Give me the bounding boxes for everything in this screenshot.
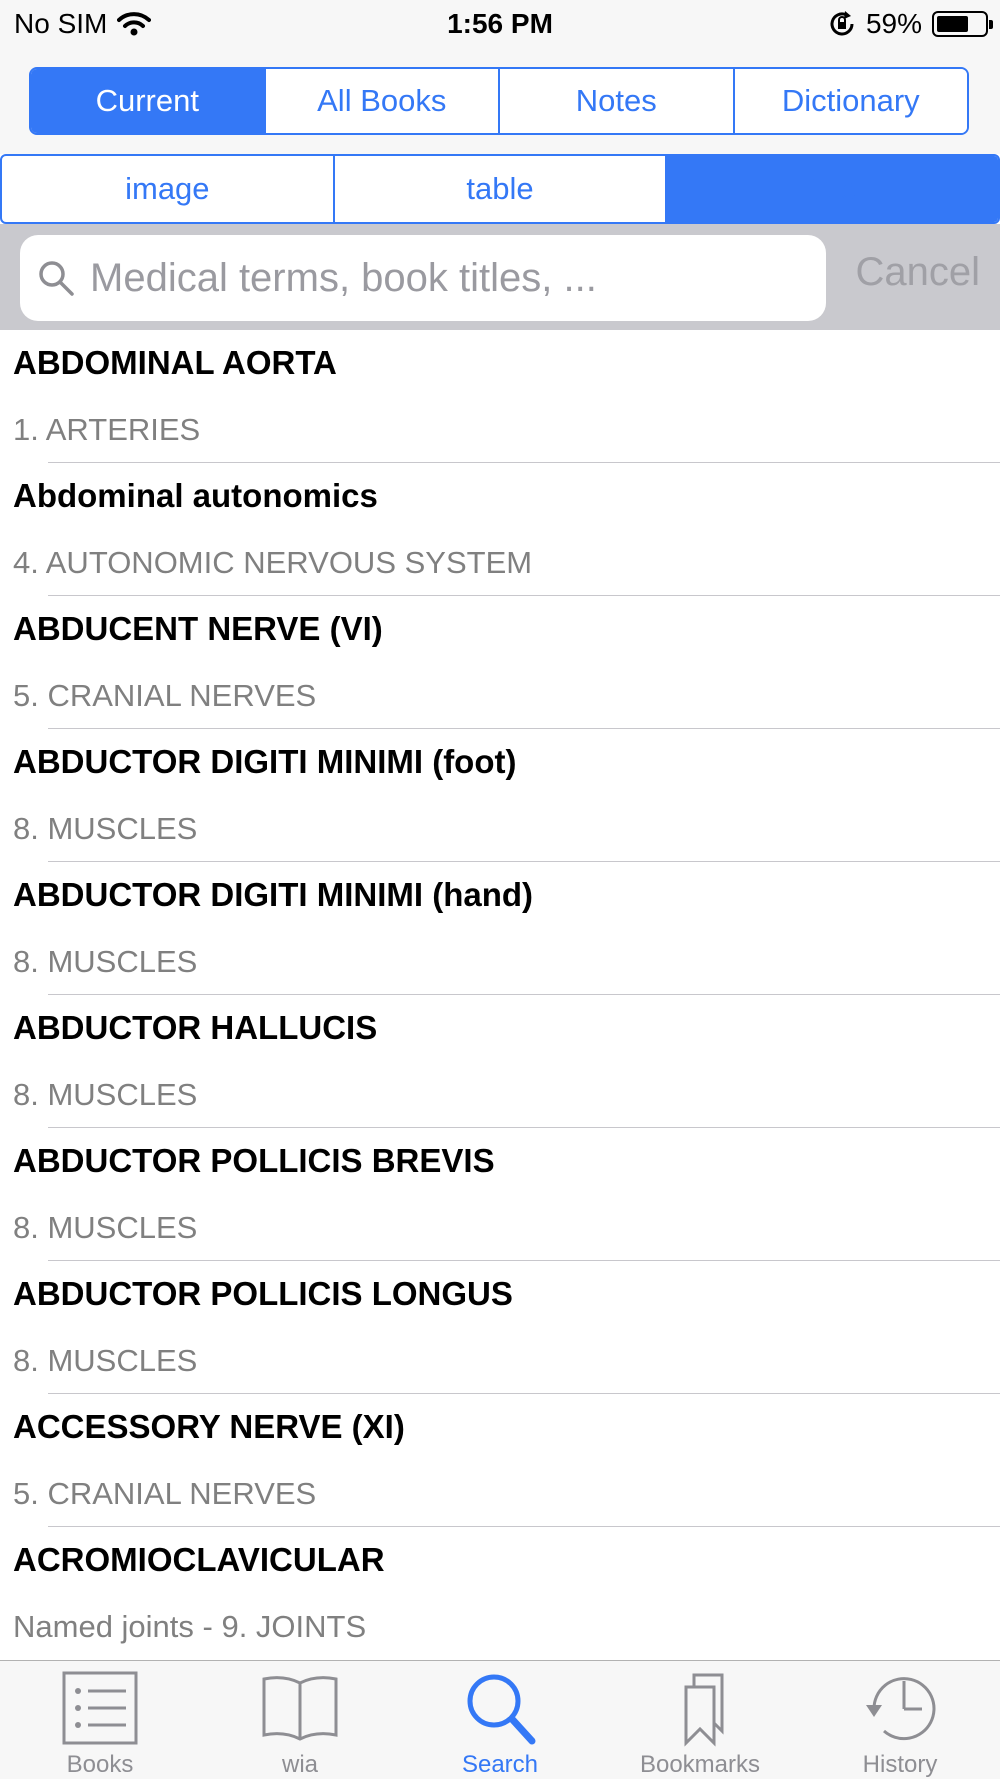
result-subtitle: Named joints - 9. JOINTS <box>13 1609 367 1644</box>
segment-all-books[interactable]: All Books <box>265 69 500 133</box>
search-field[interactable] <box>20 235 826 321</box>
list-item[interactable]: ACCESSORY NERVE (XI) 5. CRANIAL NERVES <box>0 1394 1000 1527</box>
battery-percent: 59% <box>865 8 922 39</box>
result-title: ABDUCTOR DIGITI MINIMI (hand) <box>13 876 534 913</box>
tab-label: Search <box>461 1751 539 1778</box>
result-subtitle: 8. MUSCLES <box>13 1077 198 1112</box>
orientation-lock-icon <box>830 11 854 36</box>
status-bar: No SIM 1:56 PM 59% <box>0 0 1000 52</box>
list-item[interactable]: ABDUCTOR DIGITI MINIMI (foot) 8. MUSCLES <box>0 729 1000 862</box>
status-right: 59% <box>828 8 993 40</box>
bookmarks-icon <box>684 1673 724 1747</box>
result-subtitle: 8. MUSCLES <box>13 944 198 979</box>
tab-label: History <box>862 1751 938 1778</box>
search-icon <box>39 261 74 296</box>
search-input[interactable] <box>88 254 792 302</box>
tab-wia[interactable]: wia <box>200 1661 400 1779</box>
result-title: ABDUCTOR HALLUCIS <box>13 1009 378 1046</box>
tab-search[interactable]: Search <box>400 1661 600 1779</box>
result-subtitle: 5. CRANIAL NERVES <box>13 1476 317 1511</box>
result-subtitle: 8. MUSCLES <box>13 1343 198 1378</box>
tab-history[interactable]: History <box>800 1661 1000 1779</box>
result-subtitle: 8. MUSCLES <box>13 1210 198 1245</box>
segment-current[interactable]: Current <box>31 69 266 133</box>
result-title: ABDUCTOR POLLICIS LONGUS <box>13 1275 513 1312</box>
result-title: ACROMIOCLAVICULAR <box>13 1541 385 1578</box>
result-title: ABDUCENT NERVE (VI) <box>13 610 383 647</box>
search-icon <box>467 1674 536 1745</box>
search-bar: Cancel <box>0 224 1000 330</box>
tab-bar: Books wia Search Bookmarks History <box>0 1660 1000 1779</box>
tab-books[interactable]: Books <box>0 1661 200 1779</box>
tab-label: wia <box>281 1751 318 1778</box>
list-item[interactable]: ABDUCTOR HALLUCIS 8. MUSCLES <box>0 995 1000 1128</box>
tab-bookmarks[interactable]: Bookmarks <box>600 1661 800 1779</box>
result-title: ABDUCTOR POLLICIS BREVIS <box>13 1142 495 1179</box>
list-item[interactable]: ABDUCTOR POLLICIS LONGUS 8. MUSCLES <box>0 1261 1000 1394</box>
result-title: ACCESSORY NERVE (XI) <box>13 1408 405 1445</box>
filter-image[interactable]: image <box>2 156 335 222</box>
segment-dictionary[interactable]: Dictionary <box>734 69 967 133</box>
tab-label: Books <box>66 1751 134 1778</box>
list-item[interactable]: ABDUCTOR DIGITI MINIMI (hand) 8. MUSCLES <box>0 862 1000 995</box>
battery-icon <box>932 11 993 37</box>
filter-table[interactable]: table <box>335 156 668 222</box>
tab-label: Bookmarks <box>639 1751 761 1778</box>
result-title: ABDUCTOR DIGITI MINIMI (foot) <box>13 743 517 780</box>
list-item[interactable]: ABDUCENT NERVE (VI) 5. CRANIAL NERVES <box>0 596 1000 729</box>
result-subtitle: 8. MUSCLES <box>13 811 198 846</box>
list-item[interactable]: Abdominal autonomics 4. AUTONOMIC NERVOU… <box>0 463 1000 596</box>
result-subtitle: 4. AUTONOMIC NERVOUS SYSTEM <box>13 545 533 580</box>
cancel-button[interactable]: Cancel <box>855 250 980 295</box>
list-item[interactable]: ACROMIOCLAVICULAR Named joints - 9. JOIN… <box>0 1527 1000 1660</box>
list-item[interactable]: ABDOMINAL AORTA 1. ARTERIES <box>0 330 1000 463</box>
list-item[interactable]: ABDUCTOR POLLICIS BREVIS 8. MUSCLES <box>0 1128 1000 1261</box>
history-clock-icon <box>866 1677 936 1741</box>
results-list: ABDOMINAL AORTA 1. ARTERIES Abdominal au… <box>0 330 1000 1660</box>
segment-notes[interactable]: Notes <box>500 69 735 133</box>
result-title: ABDOMINAL AORTA <box>13 344 337 381</box>
filter-segmented-control: image table title <box>0 154 1000 224</box>
result-title: Abdominal autonomics <box>13 477 378 514</box>
filter-title[interactable]: title <box>667 156 998 222</box>
scope-area: Current All Books Notes Dictionary <box>0 52 1000 154</box>
scope-segmented-control: Current All Books Notes Dictionary <box>29 67 969 135</box>
result-subtitle: 5. CRANIAL NERVES <box>13 678 317 713</box>
open-book-icon <box>262 1676 338 1741</box>
list-icon <box>62 1671 138 1745</box>
result-subtitle: 1. ARTERIES <box>13 412 201 447</box>
